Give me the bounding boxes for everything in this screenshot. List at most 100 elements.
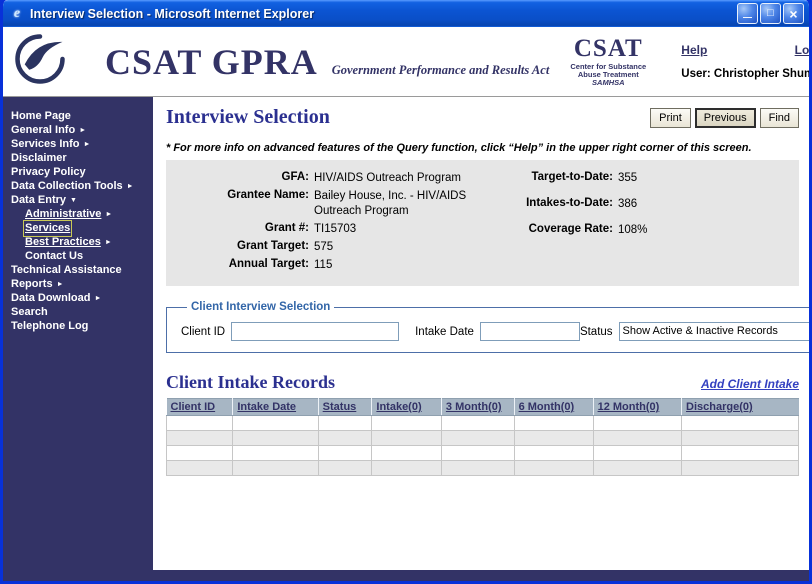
status-select[interactable]: Show Active & Inactive Records ▼ — [619, 322, 812, 341]
table-cell — [682, 461, 799, 476]
status-selected-value: Show Active & Inactive Records — [620, 323, 812, 340]
table-cell — [318, 416, 372, 431]
sidebar-item-search[interactable]: Search — [11, 306, 151, 319]
grant-summary-panel: GFA: HIV/AIDS Outreach Program Grantee N… — [166, 160, 799, 286]
status-label: Status — [580, 326, 613, 338]
table-cell — [682, 446, 799, 461]
app-header: CSAT GPRA Government Performance and Res… — [3, 27, 809, 97]
expand-right-icon: ► — [105, 236, 112, 249]
table-cell — [441, 461, 514, 476]
filter-row: Client ID Intake Date Status Show Active… — [181, 322, 812, 341]
help-link[interactable]: Help — [681, 43, 707, 57]
sidebar-item-data-collection-tools[interactable]: Data Collection Tools► — [11, 180, 151, 193]
table-cell — [167, 416, 233, 431]
column-header-intake-date[interactable]: Intake Date — [233, 399, 318, 416]
title-bar[interactable]: e Interview Selection - Microsoft Intern… — [3, 0, 809, 27]
logout-link[interactable]: Logout — [795, 43, 812, 57]
intake-date-label: Intake Date — [415, 326, 474, 338]
column-header-discharge[interactable]: Discharge(0) — [682, 399, 799, 416]
close-icon: × — [789, 7, 797, 21]
sidebar-item-data-download[interactable]: Data Download► — [11, 292, 151, 305]
content-top-row: Interview Selection Print Previous Find — [166, 106, 799, 129]
table-cell — [372, 431, 442, 446]
expand-down-icon: ▼ — [70, 194, 77, 207]
gfa-label: GFA: — [166, 171, 314, 186]
target-to-date-label: Target-to-Date: — [500, 171, 618, 186]
client-id-label: Client ID — [181, 326, 225, 338]
minimize-button[interactable]: — — [737, 3, 758, 24]
table-cell — [593, 446, 681, 461]
grant-target-value: 575 — [314, 240, 486, 255]
print-button[interactable]: Print — [650, 108, 691, 128]
column-header-status[interactable]: Status — [318, 399, 372, 416]
sidebar-item-services[interactable]: Services — [11, 222, 151, 235]
sidebar-item-administrative[interactable]: Administrative► — [11, 208, 151, 221]
coverage-rate-value: 108% — [618, 223, 688, 238]
header-links: Help Logout — [681, 43, 812, 57]
expand-right-icon: ► — [79, 124, 86, 137]
sidebar-item-contact-us[interactable]: Contact Us — [11, 250, 151, 263]
annual-target-label: Annual Target: — [166, 258, 314, 273]
annual-target-value: 115 — [314, 258, 486, 273]
table-cell — [441, 416, 514, 431]
grantee-name-value: Bailey House, Inc. - HIV/AIDS Outreach P… — [314, 189, 486, 219]
intakes-to-date-label: Intakes-to-Date: — [500, 197, 618, 212]
client-interview-selection-fieldset: Client Interview Selection Client ID Int… — [166, 301, 812, 353]
table-cell — [372, 461, 442, 476]
table-cell — [318, 446, 372, 461]
maximize-icon: □ — [767, 8, 774, 19]
column-header-intake[interactable]: Intake(0) — [372, 399, 442, 416]
expand-right-icon: ► — [94, 292, 101, 305]
table-cell — [682, 416, 799, 431]
table-cell — [682, 431, 799, 446]
sidebar-item-best-practices[interactable]: Best Practices► — [11, 236, 151, 249]
column-header-3-month[interactable]: 3 Month(0) — [441, 399, 514, 416]
maximize-button[interactable]: □ — [760, 3, 781, 24]
table-cell — [233, 461, 318, 476]
expand-right-icon: ► — [127, 180, 134, 193]
column-header-client-id[interactable]: Client ID — [167, 399, 233, 416]
grant-target-label: Grant Target: — [166, 240, 314, 255]
table-cell — [441, 446, 514, 461]
client-id-input[interactable] — [231, 322, 399, 341]
column-header-6-month[interactable]: 6 Month(0) — [514, 399, 593, 416]
current-user-label: User: Christopher Shumway — [681, 68, 812, 80]
sidebar-item-home-page[interactable]: Home Page — [11, 110, 151, 123]
grant-number-label: Grant #: — [166, 222, 314, 237]
sidebar-item-data-entry[interactable]: Data Entry▼ — [11, 194, 151, 207]
sidebar-item-privacy-policy[interactable]: Privacy Policy — [11, 166, 151, 179]
coverage-rate-label: Coverage Rate: — [500, 223, 618, 238]
app-body: Home Page General Info► Services Info► D… — [3, 97, 809, 570]
find-button[interactable]: Find — [760, 108, 799, 128]
brand-block: CSAT GPRA Government Performance and Res… — [105, 41, 549, 83]
sidebar-item-disclaimer[interactable]: Disclaimer — [11, 152, 151, 165]
sidebar-item-reports[interactable]: Reports► — [11, 278, 151, 291]
intakes-to-date-value: 386 — [618, 197, 688, 212]
header-right: Help Logout User: Christopher Shumway — [681, 43, 812, 80]
table-cell — [318, 461, 372, 476]
table-cell — [514, 461, 593, 476]
table-cell — [233, 416, 318, 431]
window-title: Interview Selection - Microsoft Internet… — [30, 7, 732, 21]
table-row — [167, 446, 799, 461]
expand-right-icon: ► — [57, 278, 64, 291]
window-controls: — □ × — [737, 3, 804, 24]
sidebar-item-general-info[interactable]: General Info► — [11, 124, 151, 137]
ie-logo-glyph: e — [14, 6, 20, 22]
sidebar-item-technical-assistance[interactable]: Technical Assistance — [11, 264, 151, 277]
intake-date-input[interactable] — [480, 322, 580, 341]
column-header-12-month[interactable]: 12 Month(0) — [593, 399, 681, 416]
sidebar-item-services-info[interactable]: Services Info► — [11, 138, 151, 151]
table-cell — [514, 431, 593, 446]
close-button[interactable]: × — [783, 3, 804, 24]
previous-button[interactable]: Previous — [695, 108, 756, 128]
brand-title: CSAT GPRA — [105, 41, 318, 83]
client-intake-table: Client ID Intake Date Status Intake(0) 3… — [166, 398, 799, 476]
minimize-icon: — — [743, 13, 752, 22]
csat-logo-samhsa: SAMHSA — [549, 79, 667, 87]
hhs-logo-icon — [13, 32, 69, 91]
add-client-intake-link[interactable]: Add Client Intake — [701, 377, 799, 391]
table-row — [167, 416, 799, 431]
sidebar-item-telephone-log[interactable]: Telephone Log — [11, 320, 151, 333]
brand-subtitle: Government Performance and Results Act — [332, 63, 550, 78]
